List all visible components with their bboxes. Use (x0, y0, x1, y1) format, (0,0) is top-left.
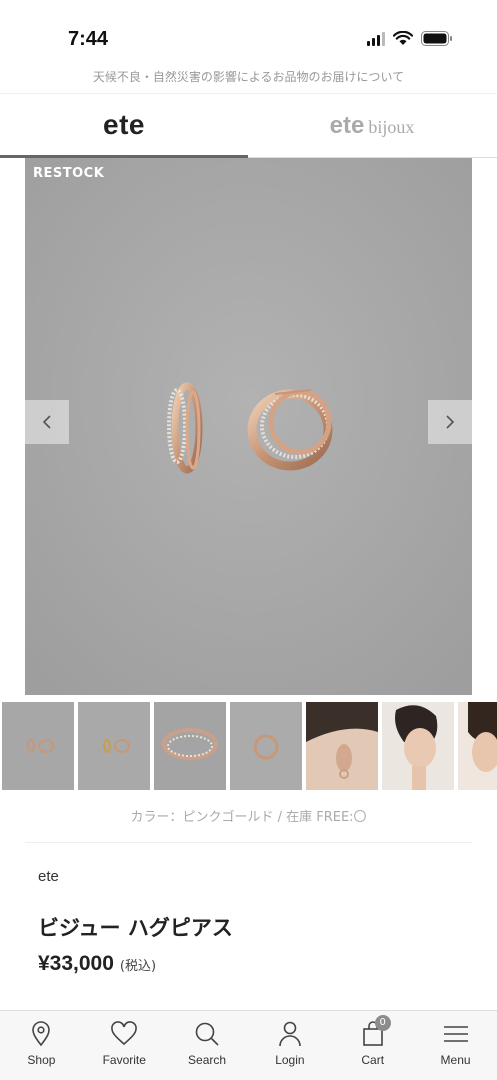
chevron-left-icon (42, 415, 51, 429)
thumbnail-model-profile[interactable] (382, 702, 454, 790)
nav-login[interactable]: Login (248, 1011, 331, 1080)
tax-note: (税込) (119, 959, 157, 974)
price-row: ¥33,000 (税込) (38, 952, 156, 976)
thumbnail-earring-closeup[interactable] (154, 702, 226, 790)
hamburger-menu-icon (443, 1026, 468, 1042)
next-image-button[interactable] (428, 400, 472, 444)
battery-icon (421, 31, 452, 46)
thumbnail-model-ear[interactable] (306, 702, 378, 790)
nav-login-label: Login (275, 1053, 305, 1067)
nav-favorite[interactable]: Favorite (83, 1011, 166, 1080)
ete-bijoux-logo-main: ete (329, 112, 365, 139)
ete-bijoux-logo: ete bijoux (330, 112, 415, 140)
nav-cart[interactable]: 0 Cart (331, 1011, 414, 1080)
tab-ete[interactable]: ete (0, 94, 248, 158)
cellular-signal-icon (367, 31, 385, 46)
product-brand[interactable]: ete (38, 868, 59, 885)
product-price: ¥33,000 (38, 952, 114, 975)
nav-menu[interactable]: Menu (414, 1011, 497, 1080)
status-bar: 7:44 (0, 0, 497, 76)
nav-menu-label: Menu (440, 1053, 471, 1067)
thumbnail-model-partial[interactable] (458, 702, 497, 790)
thumbnail-earring-side[interactable] (230, 702, 302, 790)
main-product-image[interactable]: RESTOCK (25, 158, 472, 695)
person-icon (279, 1021, 301, 1047)
notice-banner[interactable]: 天候不良・自然災害の影響によるお品物のお届けについて (0, 66, 497, 94)
notice-text[interactable]: 天候不良・自然災害の影響によるお品物のお届けについて (0, 68, 497, 85)
search-icon (195, 1022, 219, 1046)
nav-shop[interactable]: Shop (0, 1011, 83, 1080)
nav-favorite-label: Favorite (102, 1053, 146, 1067)
brand-tabs: ete ete bijoux (0, 94, 497, 158)
thumbnail-strip (2, 702, 497, 790)
product-title: ビジュー ハグピアス (38, 916, 233, 940)
wifi-icon (393, 31, 413, 45)
color-stock-info: カラー：ピンクゴールド / 在庫 FREE:〇 (130, 810, 367, 825)
status-icons (367, 31, 453, 46)
hoop-earrings-photo (25, 158, 472, 695)
nav-search-label: Search (188, 1053, 227, 1067)
cart-count-badge: 0 (374, 1015, 391, 1031)
location-pin-icon (32, 1021, 51, 1047)
status-time: 7:44 (68, 28, 109, 50)
thumbnail-earrings-front[interactable] (78, 702, 150, 790)
heart-icon (111, 1021, 138, 1046)
previous-image-button[interactable] (25, 400, 69, 444)
nav-shop-label: Shop (27, 1053, 56, 1067)
nav-search[interactable]: Search (166, 1011, 249, 1080)
bottom-nav: Shop Favorite Search Login 0 Cart Menu (0, 1010, 497, 1080)
restock-badge: RESTOCK (33, 166, 105, 181)
nav-cart-label: Cart (361, 1053, 385, 1067)
chevron-right-icon (446, 415, 455, 429)
cart-icon-wrap: 0 (361, 1015, 391, 1047)
thumbnail-earrings-pair[interactable] (2, 702, 74, 790)
ete-bijoux-logo-sub: bijoux (368, 117, 415, 137)
divider (25, 842, 472, 843)
ete-logo: ete (103, 108, 145, 140)
tab-ete-bijoux[interactable]: ete bijoux (248, 94, 496, 158)
